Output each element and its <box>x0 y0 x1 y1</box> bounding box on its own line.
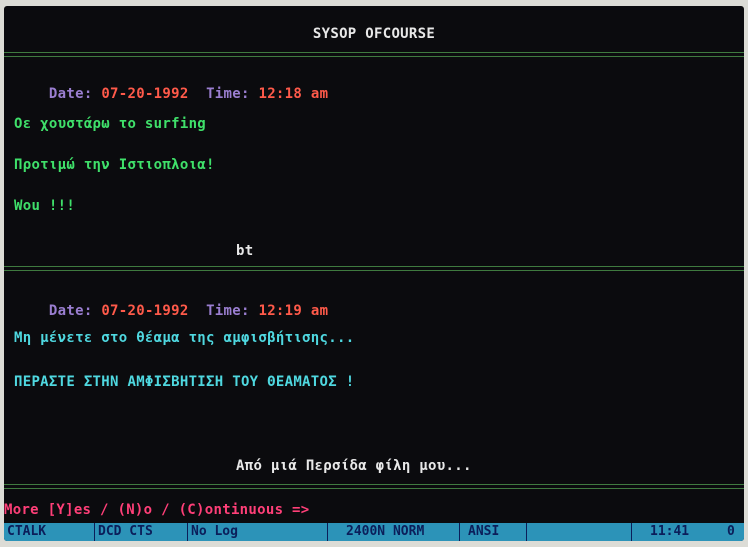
status-counter: 0 <box>727 524 735 539</box>
status-clock: 11:41 <box>631 523 689 541</box>
footer-separator <box>4 484 744 489</box>
message-1-signature: bt <box>236 243 254 259</box>
date-label: Date: <box>48 86 93 102</box>
status-emulation: ANSI <box>459 523 499 541</box>
status-bar: CTALK DCD CTS No Log 2400N NORM ANSI 11:… <box>4 523 744 541</box>
status-log: No Log <box>187 523 238 541</box>
message-date: 07-20-1992 <box>101 303 189 319</box>
terminal-screen: SYSOP OFCOURSE Date: 07-20-1992 Time: 12… <box>4 6 744 541</box>
message-2-signature: Από μιά Περσίδα φίλη μου... <box>236 458 472 474</box>
board-title: SYSOP OFCOURSE <box>312 26 436 42</box>
message-1-header: Date: 07-20-1992 Time: 12:18 am <box>14 70 328 118</box>
message-2-header: Date: 07-20-1992 Time: 12:19 am <box>14 287 328 335</box>
message-time: 12:18 am <box>258 86 329 102</box>
time-label: Time: <box>206 86 250 102</box>
date-label: Date: <box>48 303 93 319</box>
message-2-line-2: ΠΕΡΑΣΤΕ ΣΤΗΝ ΑΜΦΙΣΒΗΤΙΣΗ ΤΟΥ ΘΕΑΜΑΤΟΣ ! <box>14 374 355 390</box>
message-2-line-1: Μη μένετε στο θέαμα της αμφισβήτισης... <box>14 330 355 346</box>
status-speed: 2400N NORM <box>327 523 424 541</box>
more-prompt[interactable]: More [Y]es / (N)o / (C)ontinuous => <box>4 502 310 518</box>
status-empty-field <box>526 523 630 541</box>
status-mode: CTALK <box>7 524 47 539</box>
message-1-line-3: Wou !!! <box>14 198 76 214</box>
message-date: 07-20-1992 <box>101 86 189 102</box>
message-1-line-1: Οε χουστάρω το surfing <box>14 116 207 132</box>
message-1-line-2: Προτιμώ την Ιστιοπλοια! <box>14 157 215 173</box>
message-separator <box>4 266 744 271</box>
header-separator <box>4 52 744 57</box>
message-time: 12:19 am <box>258 303 329 319</box>
time-label: Time: <box>206 303 250 319</box>
status-signals: DCD CTS <box>94 523 153 541</box>
